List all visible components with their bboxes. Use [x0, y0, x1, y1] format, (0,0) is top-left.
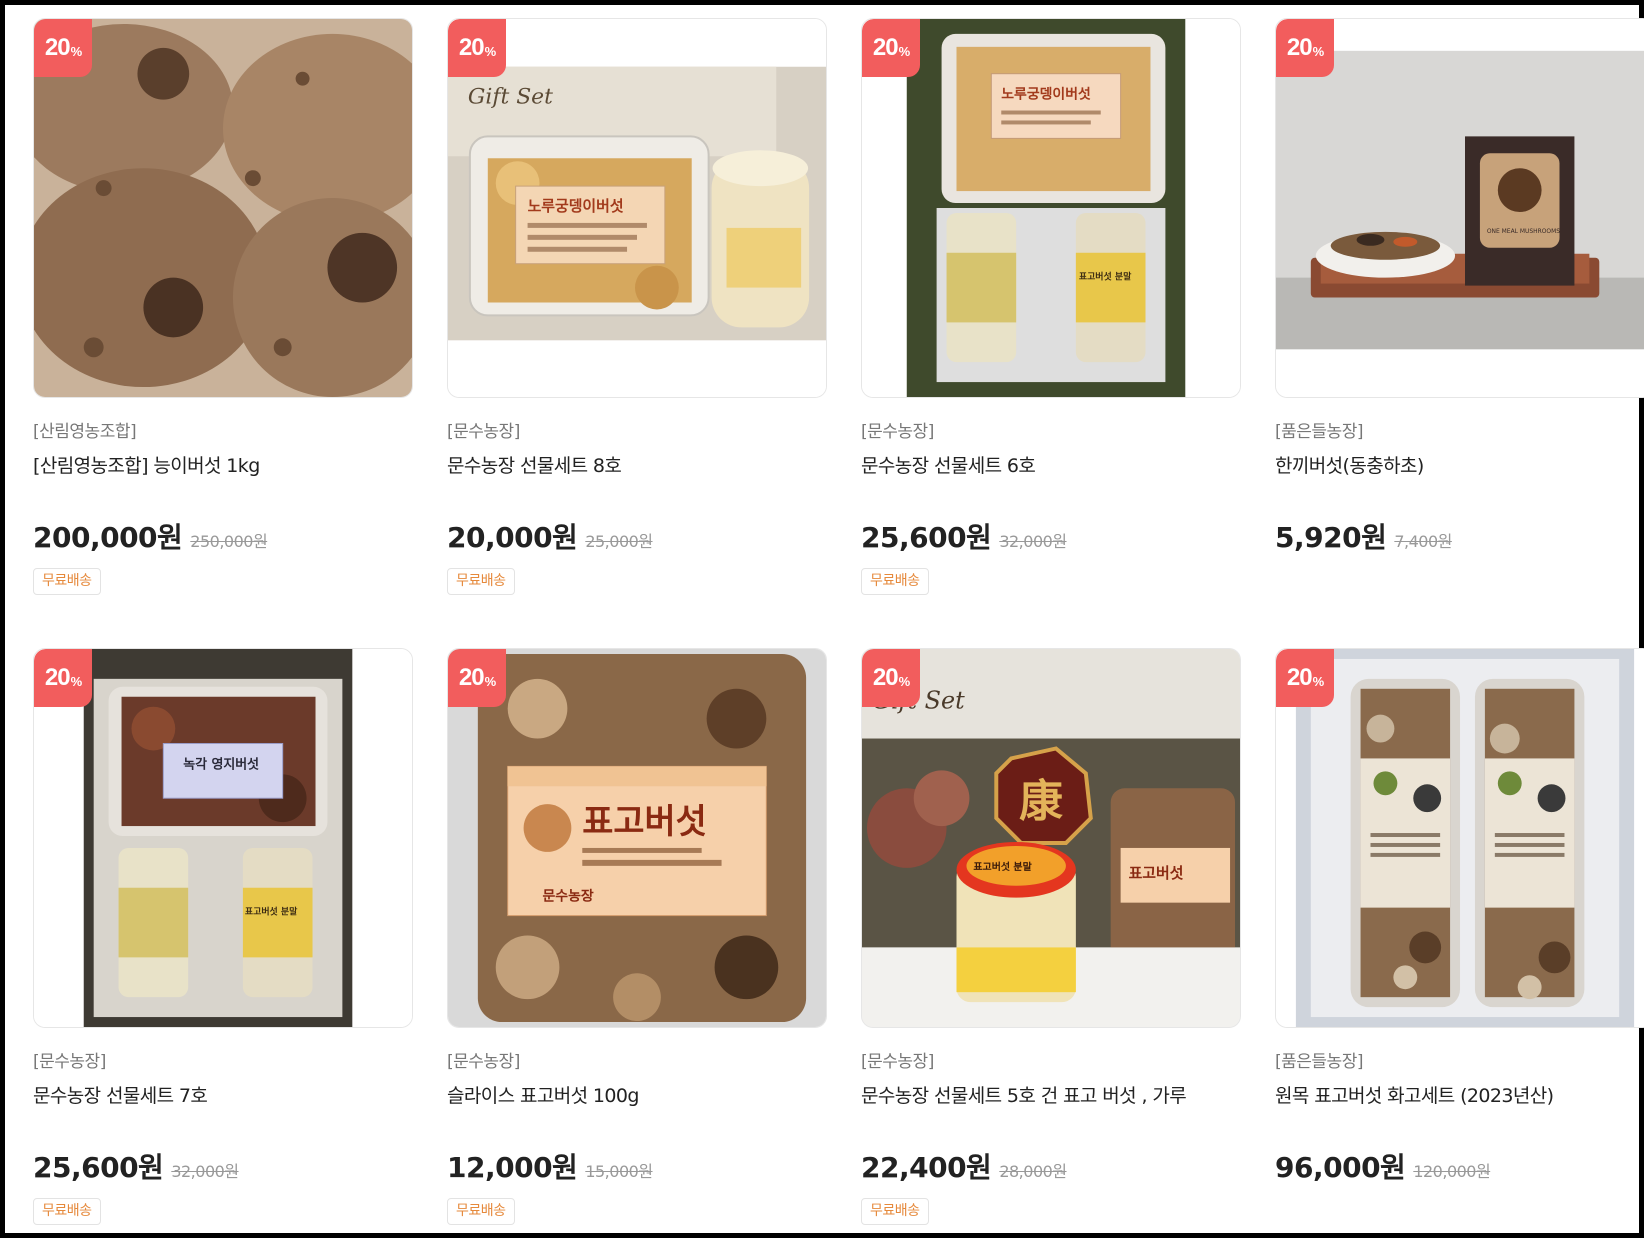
discount-badge: 20% — [34, 649, 92, 707]
product-image[interactable]: 20% ONE MEAL MUSHROOMS — [1275, 18, 1644, 398]
label-text: 표고버섯 — [582, 801, 706, 841]
price-row: 25,600원 32,000원 — [861, 516, 1241, 556]
box-label-text: ONE MEAL MUSHROOMS — [1487, 228, 1560, 235]
sale-price: 12,000원 — [447, 1151, 578, 1184]
product-card[interactable]: 20% 표고버섯 문수농장 [문수농장] 슬라이스 표고버섯 100g 12,0… — [447, 648, 827, 1235]
seller-name: [문수농장] — [447, 422, 520, 442]
sale-price: 22,400원 — [861, 1151, 992, 1184]
product-card[interactable]: 20% 녹각 영지버섯 표고버섯 분말 [문수농장] 문수농장 선물세트 7호 … — [33, 648, 413, 1235]
product-title[interactable]: 문수농장 선물세트 5호 건 표고 버섯 , 가루 — [861, 1082, 1241, 1110]
meal-mushroom-box-on-tray-photo: ONE MEAL MUSHROOMS — [1276, 19, 1644, 397]
seller-name: [품은들농장] — [1275, 422, 1363, 442]
price-row: 12,000원 15,000원 — [447, 1146, 827, 1186]
product-card[interactable]: 20% [산림영농조합] [산림영농조합] 능이버섯 1kg 200,000원 … — [33, 18, 413, 605]
label-text: 표고버섯 분말 — [245, 906, 298, 918]
product-card[interactable]: 20% [품은들농장] 원목 표고버섯 화고세트 (2023년산) 96,000… — [1275, 648, 1644, 1235]
product-image[interactable]: 20% — [1275, 648, 1644, 1028]
sale-price: 200,000원 — [33, 521, 183, 554]
sale-price: 96,000원 — [1275, 1151, 1406, 1184]
free-shipping-badge: 무료배송 — [447, 568, 515, 595]
dried-neungi-mushrooms-photo — [34, 19, 412, 397]
price-row: 22,400원 28,000원 — [861, 1146, 1241, 1186]
original-price: 32,000원 — [999, 532, 1067, 551]
product-image[interactable]: 20% 녹각 영지버섯 표고버섯 분말 — [33, 648, 413, 1028]
sale-price: 25,600원 — [861, 521, 992, 554]
discount-badge: 20% — [34, 19, 92, 77]
seller-name: [문수농장] — [33, 1052, 106, 1072]
price-row: 5,920원 7,400원 — [1275, 516, 1644, 556]
label-text: 표고버섯 분말 — [973, 860, 1031, 873]
free-shipping-badge: 무료배송 — [33, 1198, 101, 1225]
gift-set-shiitake-and-powder-photo: Gift Set 康 표고버섯 표고버섯 분말 — [862, 649, 1240, 1027]
product-image[interactable]: 20% 표고버섯 문수농장 — [447, 648, 827, 1028]
free-shipping-badge: 무료배송 — [861, 1198, 929, 1225]
product-title[interactable]: [산림영농조합] 능이버섯 1kg — [33, 452, 413, 480]
price-row: 25,600원 32,000원 — [33, 1146, 413, 1186]
free-shipping-badge: 무료배송 — [861, 568, 929, 595]
product-title[interactable]: 문수농장 선물세트 8호 — [447, 452, 827, 480]
sale-price: 20,000원 — [447, 521, 578, 554]
seller-name: [문수농장] — [861, 1052, 934, 1072]
discount-badge: 20% — [448, 649, 506, 707]
label-text: 녹각 영지버섯 — [183, 756, 259, 772]
seller-name: [문수농장] — [861, 422, 934, 442]
free-shipping-badge: 무료배송 — [33, 568, 101, 595]
product-grid: 20% [산림영농조합] [산림영농조합] 능이버섯 1kg 200,000원 … — [33, 18, 1644, 1235]
product-image[interactable]: 20% Gift Set 노루궁뎅이버섯 — [447, 18, 827, 398]
product-image[interactable]: 20% — [33, 18, 413, 398]
product-card[interactable]: 20% 노루궁뎅이버섯 표고버섯 분말 [문수농장] 문수농장 선물세트 6호 … — [861, 18, 1241, 605]
original-price: 25,000원 — [585, 532, 653, 551]
page-frame: 20% [산림영농조합] [산림영농조합] 능이버섯 1kg 200,000원 … — [0, 0, 1644, 1238]
product-title[interactable]: 문수농장 선물세트 6호 — [861, 452, 1241, 480]
shiitake-jars-gift-box-photo — [1276, 649, 1644, 1027]
gift-set-text: Gift Set — [468, 85, 553, 110]
product-card[interactable]: 20% Gift Set 노루궁뎅이버섯 [문수농장] 문수농장 선물세트 8호… — [447, 18, 827, 605]
label-text: 노루궁뎅이버섯 — [1001, 86, 1091, 103]
seller-name: [산림영농조합] — [33, 422, 137, 442]
sliced-shiitake-container-photo: 표고버섯 문수농장 — [448, 649, 826, 1027]
product-title[interactable]: 슬라이스 표고버섯 100g — [447, 1082, 827, 1110]
sale-price: 25,600원 — [33, 1151, 164, 1184]
gift-set-box-with-powder-bottles-photo: 노루궁뎅이버섯 표고버섯 분말 — [862, 19, 1240, 397]
label-text: 노루궁뎅이버섯 — [528, 197, 624, 215]
emblem-text: 康 — [1019, 776, 1063, 827]
discount-badge: 20% — [862, 19, 920, 77]
free-shipping-badge: 무료배송 — [447, 1198, 515, 1225]
price-row: 200,000원 250,000원 — [33, 516, 413, 556]
seller-name: [품은들농장] — [1275, 1052, 1363, 1072]
gift-set-lion-mane-mushroom-photo: Gift Set 노루궁뎅이버섯 — [448, 19, 826, 397]
discount-badge: 20% — [1276, 649, 1334, 707]
original-price: 120,000원 — [1413, 1162, 1491, 1181]
label-text: 표고버섯 분말 — [1079, 271, 1132, 283]
original-price: 250,000원 — [190, 532, 268, 551]
sale-price: 5,920원 — [1275, 521, 1387, 554]
seller-name: [문수농장] — [447, 1052, 520, 1072]
product-image[interactable]: 20% Gift Set 康 표고버섯 — [861, 648, 1241, 1028]
product-title[interactable]: 문수농장 선물세트 7호 — [33, 1082, 413, 1110]
price-row: 96,000원 120,000원 — [1275, 1146, 1644, 1186]
original-price: 7,400원 — [1394, 532, 1452, 551]
product-image[interactable]: 20% 노루궁뎅이버섯 표고버섯 분말 — [861, 18, 1241, 398]
brand-text: 문수농장 — [543, 888, 594, 905]
discount-badge: 20% — [1276, 19, 1334, 77]
price-row: 20,000원 25,000원 — [447, 516, 827, 556]
product-card[interactable]: 20% Gift Set 康 표고버섯 — [861, 648, 1241, 1235]
discount-badge: 20% — [448, 19, 506, 77]
product-card[interactable]: 20% ONE MEAL MUSHROOMS [품은들농장] 한끼버섯(동충하초… — [1275, 18, 1644, 605]
original-price: 28,000원 — [999, 1162, 1067, 1181]
product-title[interactable]: 한끼버섯(동충하초) — [1275, 452, 1644, 480]
discount-badge: 20% — [862, 649, 920, 707]
original-price: 32,000원 — [171, 1162, 239, 1181]
label-text: 표고버섯 — [1129, 864, 1184, 882]
gift-set-reishi-mushroom-photo: 녹각 영지버섯 표고버섯 분말 — [34, 649, 412, 1027]
original-price: 15,000원 — [585, 1162, 653, 1181]
product-title[interactable]: 원목 표고버섯 화고세트 (2023년산) — [1275, 1082, 1644, 1110]
